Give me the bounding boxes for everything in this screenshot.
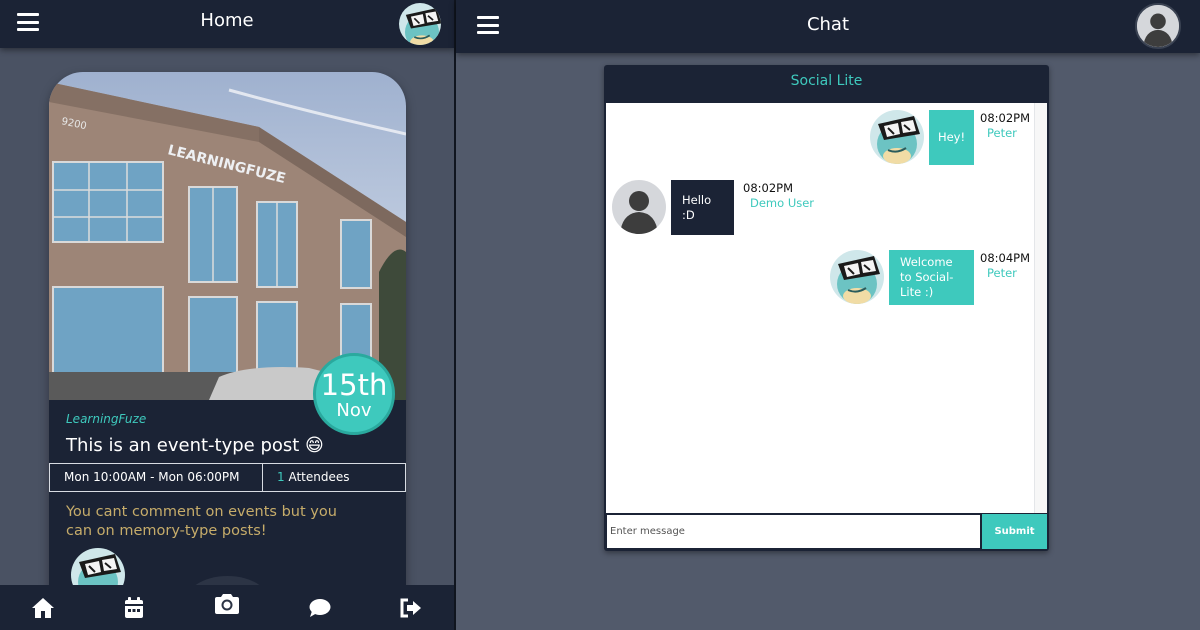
chat-bubble-icon — [309, 598, 331, 617]
default-user-avatar-icon — [612, 180, 666, 234]
message-avatar[interactable] — [830, 250, 884, 304]
nav-chat[interactable] — [290, 585, 350, 630]
logout-icon — [400, 598, 421, 617]
chat-page-title: Chat — [806, 14, 850, 35]
nav-home[interactable] — [13, 585, 73, 630]
message-input[interactable] — [606, 514, 981, 549]
message-sender[interactable]: Peter — [987, 266, 1017, 280]
default-user-avatar-icon — [1137, 5, 1179, 47]
message-time: 08:04PM — [980, 251, 1030, 265]
home-header: Home — [0, 0, 454, 48]
event-author[interactable]: LearningFuze — [66, 412, 146, 426]
event-date-month: Nov — [336, 400, 372, 421]
event-note: You cant comment on events but you can o… — [66, 504, 337, 539]
home-title: Home — [200, 10, 254, 31]
message-avatar[interactable] — [612, 180, 666, 234]
chat-room-title: Social Lite — [790, 73, 863, 89]
user-avatar[interactable] — [397, 1, 443, 47]
message-bubble: Hey! — [929, 110, 974, 165]
message-avatar[interactable] — [870, 110, 924, 164]
event-date-day: 15th — [320, 368, 388, 402]
attendee-label: Attendees — [288, 470, 350, 484]
message-time: 08:02PM — [743, 181, 793, 195]
event-attendees[interactable]: 1 Attendees — [263, 463, 406, 492]
message-sender[interactable]: Demo User — [750, 196, 814, 210]
pane-divider — [454, 0, 456, 630]
nav-events[interactable] — [104, 585, 164, 630]
event-post-card[interactable]: 9200 LEARNINGFUZE LearningFuze This is a… — [49, 72, 406, 612]
message-time: 08:02PM — [980, 111, 1030, 125]
event-date-badge: 15th Nov — [313, 353, 395, 435]
event-photo: 9200 LEARNINGFUZE — [49, 72, 406, 400]
squirtle-avatar-icon — [870, 110, 924, 164]
camera-icon — [215, 594, 239, 614]
chat-header: Chat — [456, 0, 1200, 53]
event-title: This is an event-type post 😄 — [66, 435, 324, 456]
squirtle-avatar-icon — [830, 250, 884, 304]
message-list-scrollbar[interactable] — [1034, 103, 1047, 513]
user-avatar[interactable] — [1135, 3, 1181, 49]
message-bubble: Hello :D — [671, 180, 734, 235]
calendar-icon — [125, 596, 143, 618]
home-icon — [32, 597, 54, 618]
attendee-count: 1 — [277, 470, 285, 484]
message-bubble: Welcome to Social-Lite :) — [889, 250, 974, 305]
message-sender[interactable]: Peter — [987, 126, 1017, 140]
submit-button[interactable]: Submit — [982, 514, 1047, 549]
chat-window: Social Lite Hey! 08:02PM Peter Hello :D … — [604, 65, 1049, 551]
home-pane: 9200 LEARNINGFUZE LearningFuze This is a… — [0, 0, 454, 630]
squirtle-avatar-icon — [399, 3, 443, 47]
message-list[interactable]: Hey! 08:02PM Peter Hello :D 08:02PM Demo… — [606, 103, 1047, 513]
nav-camera[interactable] — [197, 576, 257, 630]
event-time-range: Mon 10:00AM - Mon 06:00PM — [49, 463, 263, 492]
nav-logout[interactable] — [381, 585, 441, 630]
